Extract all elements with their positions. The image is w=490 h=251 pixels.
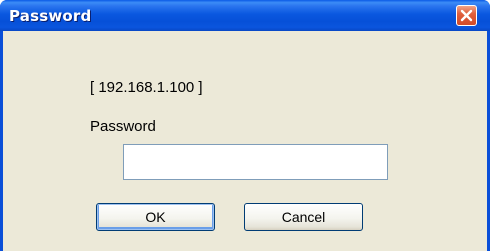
password-input[interactable]	[123, 144, 388, 180]
close-button[interactable]	[456, 5, 477, 26]
window-title: Password	[9, 7, 92, 25]
address-label: [ 192.168.1.100 ]	[90, 79, 203, 96]
password-label: Password	[90, 118, 156, 135]
title-bar[interactable]: Password	[0, 0, 490, 31]
close-x-icon	[460, 9, 473, 22]
cancel-button[interactable]: Cancel	[244, 203, 363, 231]
ok-button[interactable]: OK	[96, 203, 215, 231]
password-dialog: Password [ 192.168.1.100 ] Password OK C…	[0, 0, 490, 251]
dialog-body: [ 192.168.1.100 ] Password OK Cancel	[3, 31, 487, 251]
